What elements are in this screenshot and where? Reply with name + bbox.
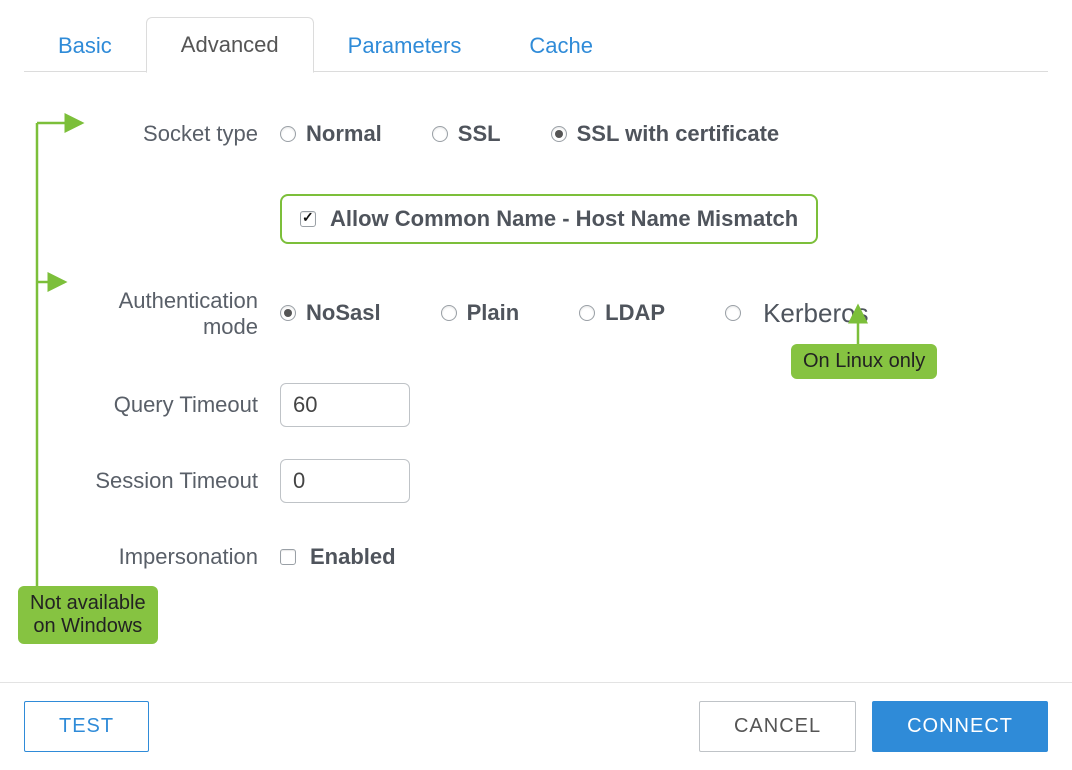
form-area: Socket type Normal SSL SSL with certific… (24, 110, 1048, 581)
label-session-timeout: Session Timeout (24, 468, 280, 494)
impersonation-ctrl: Enabled (280, 544, 1048, 570)
row-query-timeout: Query Timeout (24, 381, 1048, 429)
radio-auth-plain[interactable]: Plain (441, 300, 520, 326)
radio-auth-nosasl[interactable]: NoSasl (280, 300, 381, 326)
checkbox-label: Enabled (310, 544, 396, 570)
checkbox-impersonation-enabled[interactable]: Enabled (280, 544, 396, 570)
row-impersonation: Impersonation Enabled (24, 533, 1048, 581)
radio-label: Plain (467, 300, 520, 326)
connect-button[interactable]: CONNECT (872, 701, 1048, 752)
test-button[interactable]: TEST (24, 701, 149, 752)
label-auth-mode: Authentication mode (24, 286, 280, 341)
annotation-not-available-windows: Not available on Windows (18, 586, 158, 644)
annotation-line: on Windows (33, 615, 142, 637)
checkbox-allow-cn-mismatch[interactable]: Allow Common Name - Host Name Mismatch (280, 194, 818, 244)
label-impersonation: Impersonation (24, 544, 280, 570)
row-session-timeout: Session Timeout (24, 457, 1048, 505)
radio-socket-ssl[interactable]: SSL (432, 121, 501, 147)
query-timeout-input[interactable] (280, 383, 410, 427)
radio-label: Normal (306, 121, 382, 147)
radio-dot-icon (725, 305, 741, 321)
radio-label: Kerberos (763, 298, 869, 329)
radio-auth-kerberos[interactable]: Kerberos (725, 298, 869, 329)
radio-auth-ldap[interactable]: LDAP (579, 300, 665, 326)
radio-dot-icon (579, 305, 595, 321)
radio-label: NoSasl (306, 300, 381, 326)
radio-dot-icon (551, 126, 567, 142)
checkbox-box-icon (300, 211, 316, 227)
cancel-button[interactable]: CANCEL (699, 701, 856, 752)
tab-advanced[interactable]: Advanced (146, 17, 314, 73)
checkbox-box-icon (280, 549, 296, 565)
annotation-linux-only: On Linux only (791, 344, 937, 379)
radio-dot-icon (441, 305, 457, 321)
tabs: Basic Advanced Parameters Cache (24, 14, 1048, 72)
tab-cache[interactable]: Cache (495, 19, 627, 73)
tab-parameters[interactable]: Parameters (314, 19, 496, 73)
radio-dot-icon (432, 126, 448, 142)
socket-type-options: Normal SSL SSL with certificate (280, 121, 1048, 147)
query-timeout-ctrl (280, 383, 1048, 427)
footer: TEST CANCEL CONNECT (0, 682, 1072, 752)
radio-label: SSL (458, 121, 501, 147)
radio-dot-icon (280, 126, 296, 142)
radio-label: SSL with certificate (577, 121, 780, 147)
radio-label: LDAP (605, 300, 665, 326)
session-timeout-input[interactable] (280, 459, 410, 503)
label-line: Authentication (119, 288, 258, 313)
row-allow-cn: Allow Common Name - Host Name Mismatch (24, 194, 1048, 244)
annotation-line: Not available (30, 592, 146, 614)
session-timeout-ctrl (280, 459, 1048, 503)
checkbox-label: Allow Common Name - Host Name Mismatch (330, 206, 798, 232)
radio-socket-normal[interactable]: Normal (280, 121, 382, 147)
radio-dot-icon (280, 305, 296, 321)
auth-mode-options: NoSasl Plain LDAP Kerberos (280, 298, 1048, 329)
allow-cn-wrap: Allow Common Name - Host Name Mismatch (280, 194, 1048, 244)
annotation-line: On Linux only (803, 350, 925, 372)
row-auth-mode: Authentication mode NoSasl Plain LDAP (24, 286, 1048, 341)
tab-basic[interactable]: Basic (24, 19, 146, 73)
label-line: mode (203, 314, 258, 339)
label-socket-type: Socket type (24, 121, 280, 147)
label-query-timeout: Query Timeout (24, 392, 280, 418)
row-socket-type: Socket type Normal SSL SSL with certific… (24, 110, 1048, 158)
radio-socket-ssl-cert[interactable]: SSL with certificate (551, 121, 780, 147)
